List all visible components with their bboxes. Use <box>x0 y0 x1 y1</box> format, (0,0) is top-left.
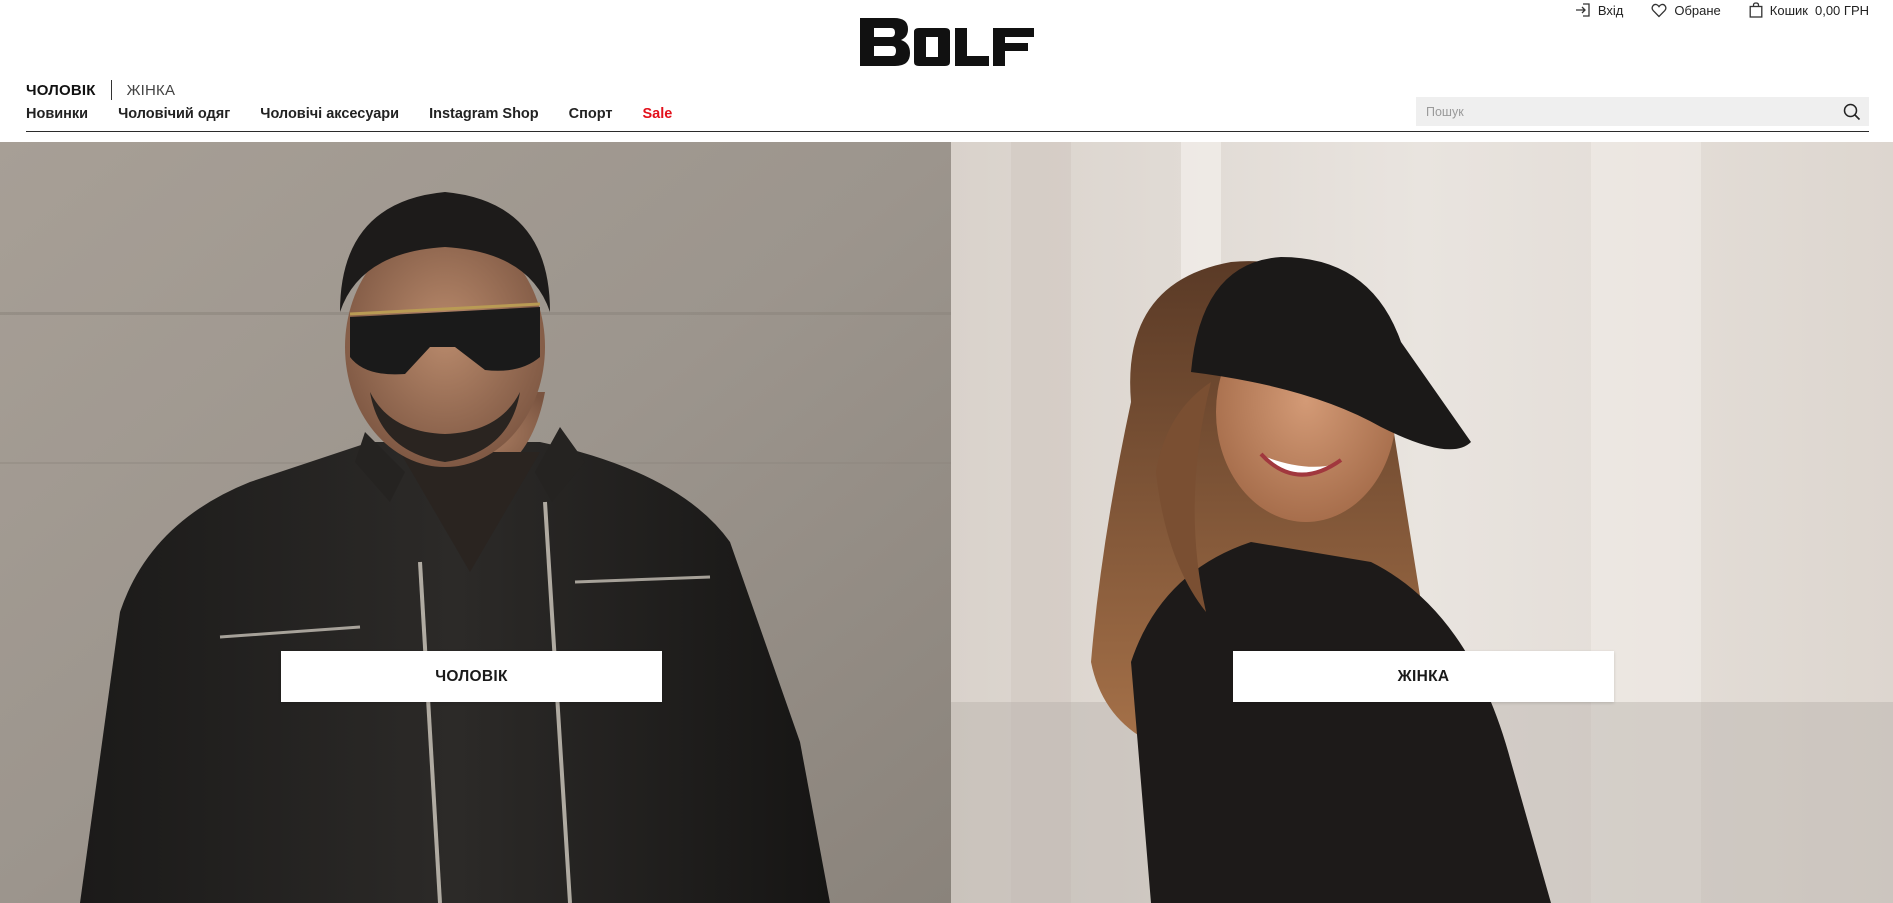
search-bar <box>1416 97 1869 126</box>
login-link[interactable]: Вхід <box>1575 2 1624 18</box>
heart-icon <box>1651 3 1667 17</box>
utility-bar: Вхід Обране Кошик 0,00 ГРН <box>1575 0 1869 20</box>
main-nav: Новинки Чоловічий одяг Чоловічі аксесуар… <box>26 106 672 122</box>
bag-icon <box>1749 2 1763 18</box>
shop-women-button[interactable]: ЖІНКА <box>1233 651 1614 702</box>
nav-item-sport[interactable]: Спорт <box>569 106 613 122</box>
search-button[interactable] <box>1835 97 1869 126</box>
women-photo <box>951 142 1893 903</box>
site-header: Вхід Обране Кошик 0,00 ГРН ЧОЛОВІК ЖІНКА… <box>0 0 1893 142</box>
cart-link[interactable]: Кошик 0,00 ГРН <box>1749 2 1869 18</box>
brand-logo[interactable] <box>858 16 1036 68</box>
cart-label: Кошик <box>1769 2 1808 18</box>
search-input[interactable] <box>1416 97 1835 126</box>
bolf-logo-graphic <box>860 18 1034 66</box>
gender-women-link[interactable]: ЖІНКА <box>127 82 176 99</box>
men-photo <box>0 142 951 903</box>
nav-item-mens-clothing[interactable]: Чоловічий одяг <box>118 106 230 122</box>
nav-item-new[interactable]: Новинки <box>26 106 88 122</box>
login-label: Вхід <box>1597 2 1624 18</box>
login-icon <box>1575 3 1590 17</box>
favorites-link[interactable]: Обране <box>1651 2 1721 18</box>
shop-men-button[interactable]: ЧОЛОВІК <box>281 651 662 702</box>
header-divider <box>26 131 1869 132</box>
nav-item-sale[interactable]: Sale <box>643 106 673 122</box>
cart-total: 0,00 ГРН <box>1814 2 1869 18</box>
nav-item-mens-accessories[interactable]: Чоловічі аксесуари <box>260 106 399 122</box>
search-icon <box>1843 103 1861 120</box>
gender-men-link[interactable]: ЧОЛОВІК <box>26 82 96 99</box>
hero-women-banner[interactable] <box>951 142 1893 903</box>
nav-item-instagram-shop[interactable]: Instagram Shop <box>429 106 539 122</box>
favorites-label: Обране <box>1674 2 1721 18</box>
hero-men-banner[interactable] <box>0 142 951 903</box>
gender-switch: ЧОЛОВІК ЖІНКА <box>26 80 175 100</box>
gender-divider <box>110 80 112 100</box>
